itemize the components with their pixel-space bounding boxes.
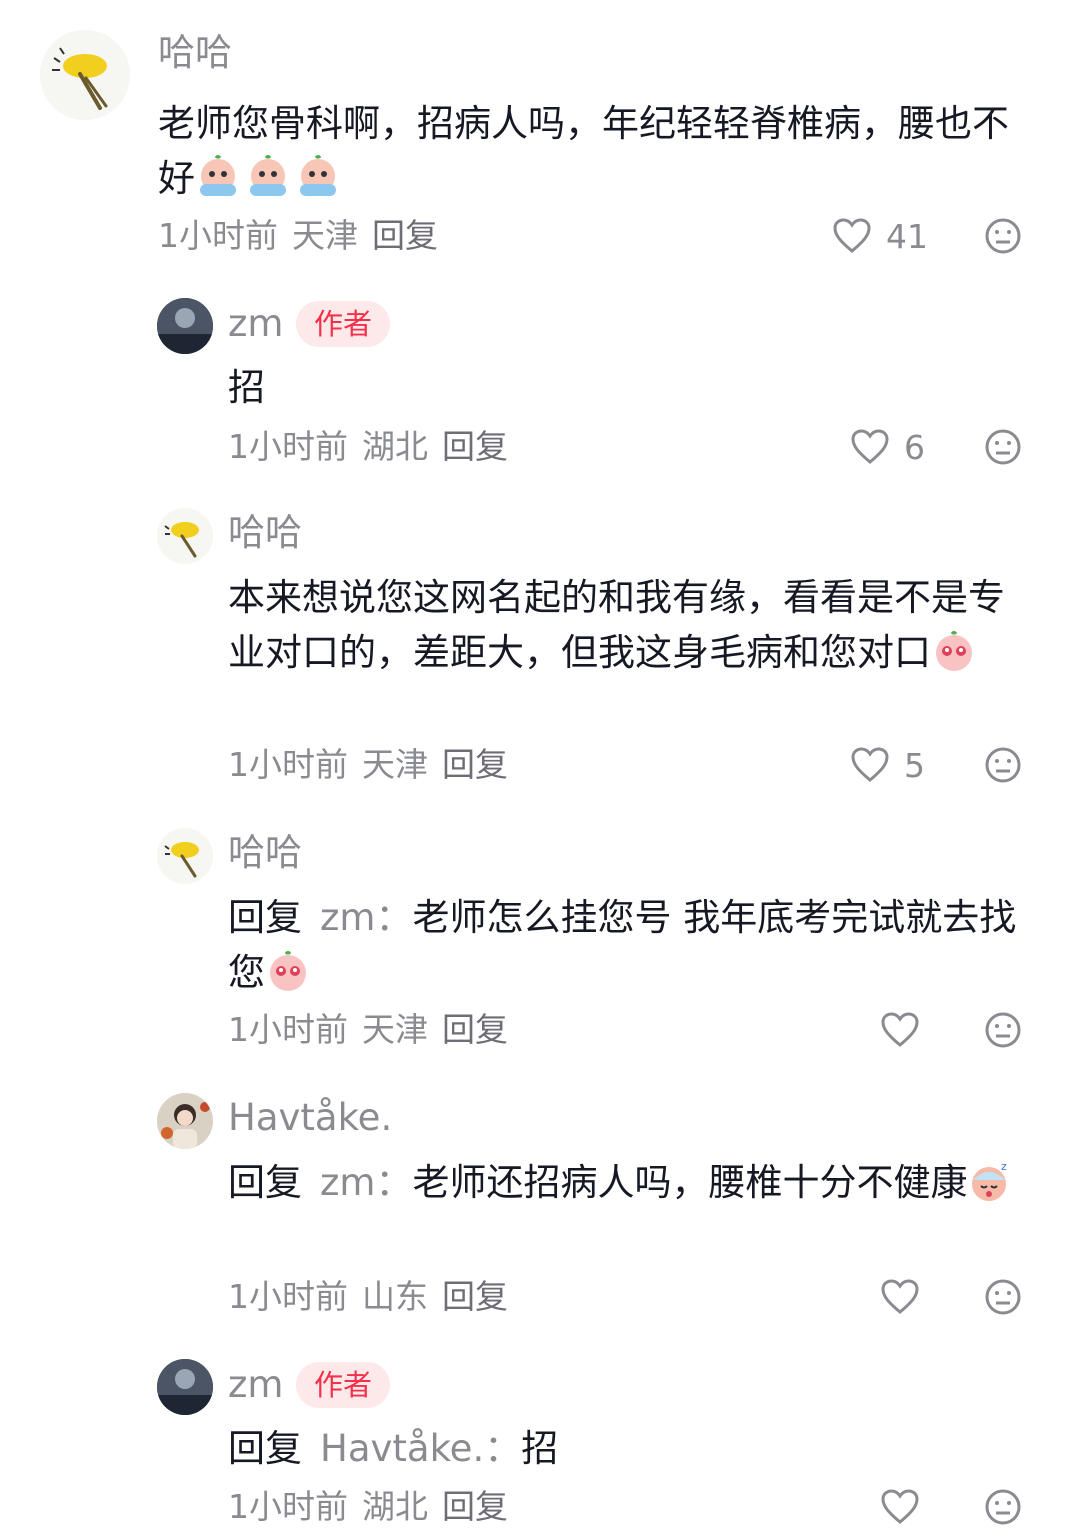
like-button[interactable] bbox=[880, 1485, 920, 1529]
like-count: 6 bbox=[904, 427, 925, 467]
reply-item: 哈哈 本来想说您这网名起的和我有缘，看看是不是专业对口的，差距大，但我这身毛病和… bbox=[0, 500, 1080, 800]
comment-body: 招 bbox=[521, 1427, 559, 1470]
comment-time: 1小时前 bbox=[228, 427, 348, 466]
heart-outline-icon bbox=[833, 218, 871, 253]
reply-prefix: 回复 bbox=[228, 1161, 302, 1204]
comment-username[interactable]: Havtåke. bbox=[228, 1095, 392, 1141]
pleading-icon bbox=[265, 948, 311, 994]
avatar[interactable] bbox=[40, 30, 130, 120]
crying-icon bbox=[245, 154, 291, 200]
comment-location: 湖北 bbox=[362, 427, 428, 466]
comment-text: 本来想说您这网名起的和我有缘，看看是不是专业对口的，差距大，但我这身毛病和您对口 bbox=[228, 570, 1028, 680]
author-badge: 作者 bbox=[296, 301, 391, 347]
heart-outline-icon bbox=[881, 1012, 919, 1047]
comment-username[interactable]: 哈哈 bbox=[158, 30, 232, 76]
comment-text: 回复 zm：老师怎么挂您号 我年底考完试就去找您 bbox=[228, 890, 1028, 1000]
avatar[interactable] bbox=[157, 1093, 213, 1149]
like-button[interactable] bbox=[880, 1008, 920, 1052]
heart-outline-icon bbox=[881, 1489, 919, 1524]
reply-target-user[interactable]: Havtåke.： bbox=[320, 1427, 521, 1470]
comment-text: 回复 zm：老师还招病人吗，腰椎十分不健康 z bbox=[228, 1155, 1028, 1210]
dislike-button[interactable] bbox=[983, 745, 1023, 785]
like-button[interactable]: 6 bbox=[850, 425, 925, 469]
neutral-face-icon bbox=[985, 1489, 1021, 1525]
dislike-button[interactable] bbox=[983, 1277, 1023, 1317]
like-count: 41 bbox=[886, 216, 928, 256]
comment-location: 天津 bbox=[362, 745, 428, 784]
reply-prefix: 回复 bbox=[228, 896, 302, 939]
comment-body: 招 bbox=[228, 366, 265, 409]
comment-username[interactable]: 哈哈 bbox=[228, 830, 302, 876]
like-button[interactable]: 41 bbox=[832, 214, 928, 258]
comment-meta: 1小时前 天津 回复 bbox=[228, 743, 522, 787]
neutral-face-icon bbox=[985, 747, 1021, 783]
dislike-button[interactable] bbox=[983, 216, 1023, 256]
comment-username[interactable]: zm bbox=[228, 1362, 283, 1408]
hand-holding-icon bbox=[157, 828, 213, 884]
pleading-icon bbox=[931, 628, 977, 674]
comment-time: 1小时前 bbox=[228, 1487, 348, 1526]
reply-button[interactable]: 回复 bbox=[442, 745, 508, 784]
avatar[interactable] bbox=[157, 298, 213, 354]
avatar[interactable] bbox=[157, 508, 213, 564]
like-button[interactable]: 5 bbox=[850, 743, 925, 787]
author-badge: 作者 bbox=[296, 1362, 391, 1408]
comment-username[interactable]: 哈哈 bbox=[228, 510, 302, 556]
reply-target-user[interactable]: zm： bbox=[320, 1161, 412, 1204]
sleepy-icon: z bbox=[967, 1158, 1013, 1204]
avatar[interactable] bbox=[157, 1359, 213, 1415]
comment-location: 山东 bbox=[362, 1277, 428, 1316]
comment-text: 回复 Havtåke.：招 bbox=[228, 1421, 1028, 1476]
reply-button[interactable]: 回复 bbox=[442, 427, 508, 466]
comment-meta: 1小时前 天津 回复 bbox=[158, 214, 452, 258]
comment-time: 1小时前 bbox=[228, 1010, 348, 1049]
comment-meta: 1小时前 山东 回复 bbox=[228, 1275, 522, 1319]
comment-location: 天津 bbox=[292, 216, 358, 255]
crying-icon bbox=[295, 154, 341, 200]
neutral-face-icon bbox=[985, 1012, 1021, 1048]
reply-item: 哈哈 回复 zm：老师怎么挂您号 我年底考完试就去找您 1小时前 天津 回复 bbox=[0, 820, 1080, 1070]
crying-icon bbox=[195, 154, 241, 200]
neutral-face-icon bbox=[985, 218, 1021, 254]
reply-button[interactable]: 回复 bbox=[372, 216, 438, 255]
heart-outline-icon bbox=[881, 1279, 919, 1314]
comment-meta: 1小时前 天津 回复 bbox=[228, 1008, 522, 1052]
dislike-button[interactable] bbox=[983, 1487, 1023, 1527]
dislike-button[interactable] bbox=[983, 1010, 1023, 1050]
comment-location: 天津 bbox=[362, 1010, 428, 1049]
reply-button[interactable]: 回复 bbox=[442, 1487, 508, 1526]
neutral-face-icon bbox=[985, 1279, 1021, 1315]
reply-item: zm 作者 回复 Havtåke.：招 1小时前 湖北 回复 bbox=[0, 1345, 1080, 1540]
comment-text: 老师您骨科啊，招病人吗，年纪轻轻脊椎病，腰也不好 bbox=[158, 96, 1028, 206]
reply-prefix: 回复 bbox=[228, 1427, 302, 1470]
avatar[interactable] bbox=[157, 828, 213, 884]
comment-time: 1小时前 bbox=[228, 1277, 348, 1316]
dislike-button[interactable] bbox=[983, 427, 1023, 467]
neutral-face-icon bbox=[985, 429, 1021, 465]
heart-outline-icon bbox=[851, 747, 889, 782]
hand-holding-icon bbox=[157, 508, 213, 564]
comment-body: 老师还招病人吗，腰椎十分不健康 bbox=[412, 1161, 968, 1204]
hand-holding-icon bbox=[40, 30, 130, 120]
comment-meta: 1小时前 湖北 回复 bbox=[228, 425, 522, 469]
like-button[interactable] bbox=[880, 1275, 920, 1319]
comment-time: 1小时前 bbox=[228, 745, 348, 784]
reply-item: zm 作者 招 1小时前 湖北 回复 6 bbox=[0, 280, 1080, 480]
heart-outline-icon bbox=[851, 429, 889, 464]
comment-location: 湖北 bbox=[362, 1487, 428, 1526]
reply-target-user[interactable]: zm： bbox=[320, 896, 412, 939]
comment-meta: 1小时前 湖北 回复 bbox=[228, 1485, 522, 1529]
reply-button[interactable]: 回复 bbox=[442, 1010, 508, 1049]
reply-button[interactable]: 回复 bbox=[442, 1277, 508, 1316]
svg-text:z: z bbox=[1001, 1160, 1007, 1173]
comment-body: 本来想说您这网名起的和我有缘，看看是不是专业对口的，差距大，但我这身毛病和您对口 bbox=[228, 576, 1005, 674]
comment-username[interactable]: zm bbox=[228, 301, 283, 347]
comment-item: 哈哈 老师您骨科啊，招病人吗，年纪轻轻脊椎病，腰也不好 1小时前 天津 回复 41 bbox=[0, 0, 1080, 270]
comment-time: 1小时前 bbox=[158, 216, 278, 255]
like-count: 5 bbox=[904, 745, 925, 785]
reply-item: Havtåke. 回复 zm：老师还招病人吗，腰椎十分不健康 z 1小时前 山东 回复 bbox=[0, 1085, 1080, 1335]
